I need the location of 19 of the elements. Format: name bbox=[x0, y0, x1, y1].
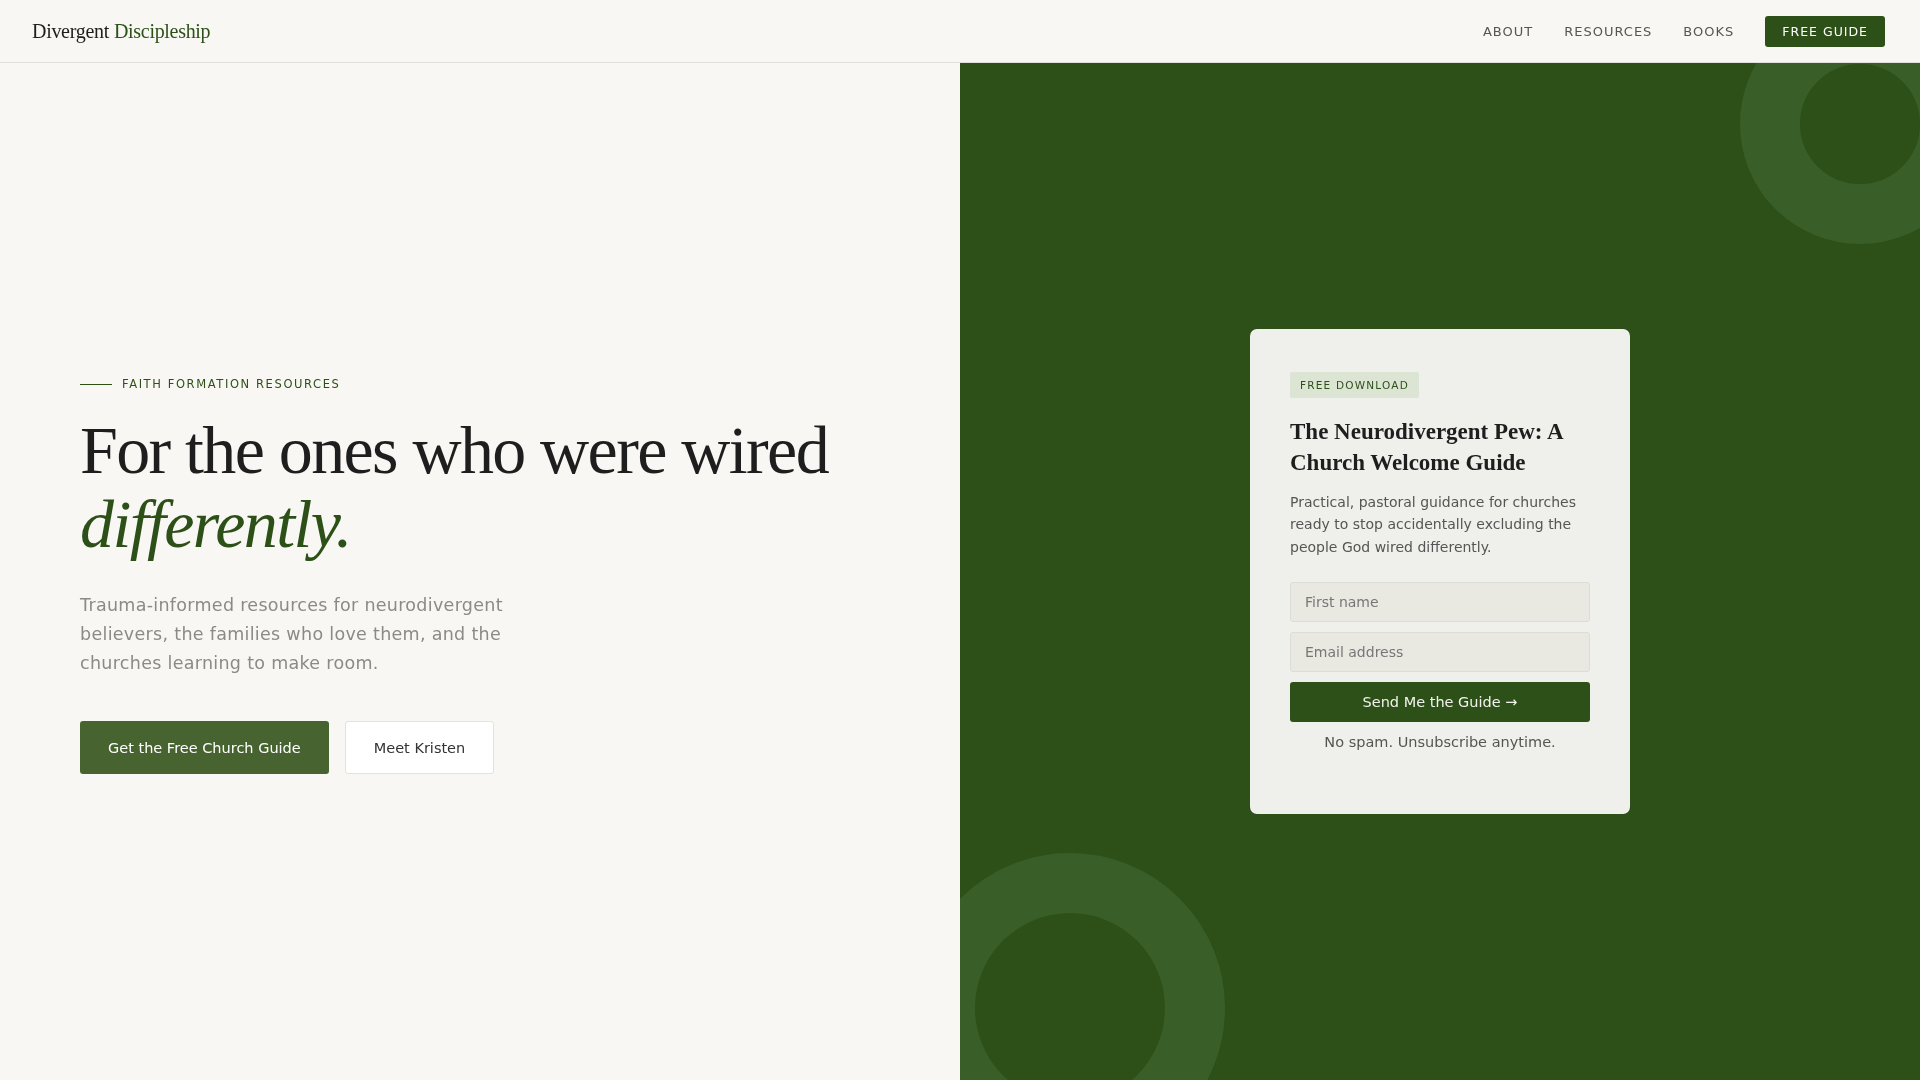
eyebrow-rule bbox=[80, 383, 112, 385]
hero-subtitle: Trauma-informed resources for neurodivergent believers, the families who love them, and the churches learning to make room. bbox=[80, 594, 504, 675]
logo-text[interactable]: Divergent bbox=[32, 19, 109, 43]
nav-link[interactable]: BOOKS bbox=[1683, 23, 1735, 39]
eyebrow-text: FAITH FORMATION RESOURCES bbox=[122, 377, 341, 391]
nav-link[interactable]: ABOUT bbox=[1482, 23, 1534, 39]
input-field[interactable]: Email address bbox=[1290, 632, 1590, 673]
submit-button[interactable]: Send Me the Guide → bbox=[1290, 682, 1590, 723]
logo-text[interactable]: Discipleship bbox=[113, 19, 211, 43]
hero-headline: For the ones who were wired differently. bbox=[80, 413, 830, 561]
nav-button[interactable]: FREE GUIDE bbox=[1765, 15, 1885, 47]
input-field[interactable]: First name bbox=[1290, 582, 1590, 623]
guide-button[interactable]: Get the Free Church Guide bbox=[80, 721, 329, 774]
card-title: The Neurodivergent Pew: A Church Welcome Guide bbox=[1290, 417, 1564, 477]
nav-link[interactable]: RESOURCES bbox=[1564, 23, 1653, 39]
card-description: Practical, pastoral guidance for churches ready to stop accidentally excluding the people God wired differently. bbox=[1290, 492, 1577, 557]
meet-button[interactable]: Meet Kristen bbox=[344, 721, 495, 774]
privacy-note: No spam. Unsubscribe anytime. bbox=[1323, 734, 1557, 751]
download-badge: FREE DOWNLOAD bbox=[1290, 371, 1419, 398]
